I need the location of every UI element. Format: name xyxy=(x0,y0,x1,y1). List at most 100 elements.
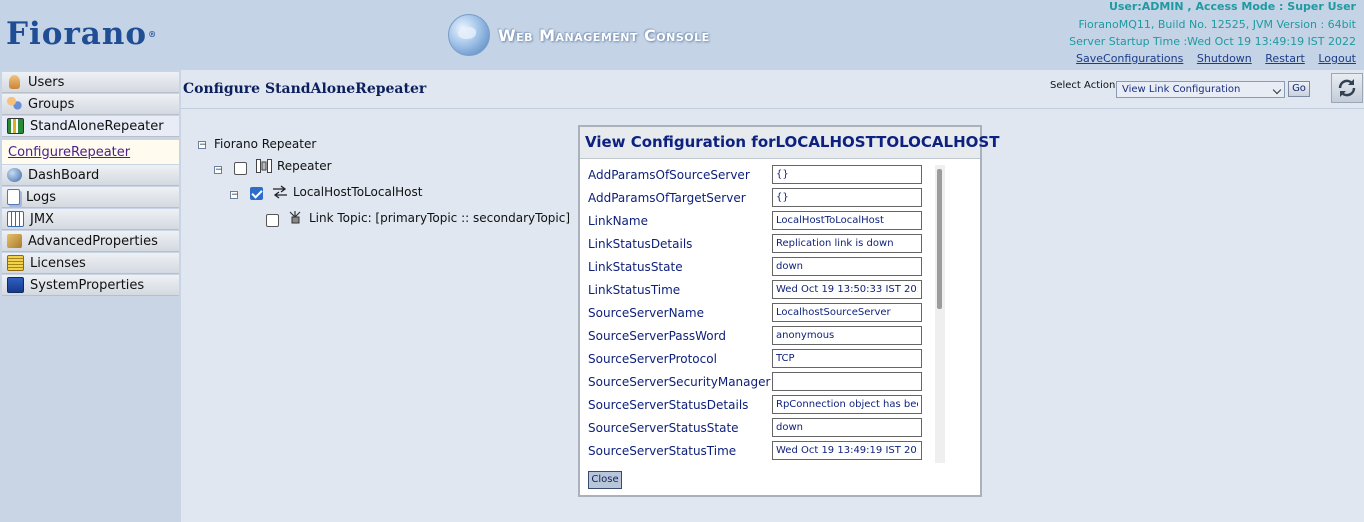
config-row: LinkStatusDetails xyxy=(588,234,934,257)
config-label: AddParamsOfTargetServer xyxy=(588,191,746,205)
config-label: SourceServerStatusTime xyxy=(588,444,737,458)
refresh-button[interactable] xyxy=(1331,73,1363,103)
config-value-input[interactable] xyxy=(772,418,922,437)
tree-checkbox-link[interactable] xyxy=(250,187,263,200)
close-button[interactable]: Close xyxy=(588,471,622,489)
config-row: AddParamsOfSourceServer xyxy=(588,165,934,188)
dialog-title-bar: View Configuration forLOCALHOSTTOLOCALHO… xyxy=(580,127,999,159)
config-label: LinkStatusDetails xyxy=(588,237,693,251)
sidebar-item-label: Logs xyxy=(26,189,56,205)
sidebar-item-label: Users xyxy=(28,74,65,90)
header: Fiorano® Web Management Console User:ADM… xyxy=(0,0,1364,70)
sidebar-item-advancedproperties[interactable]: AdvancedProperties xyxy=(2,231,179,252)
config-value-input[interactable] xyxy=(772,372,922,391)
console-title: Web Management Console xyxy=(448,12,710,58)
users-icon xyxy=(9,75,20,89)
tree-node-repeater[interactable]: Repeater xyxy=(277,159,332,173)
sidebar-item-label: AdvancedProperties xyxy=(28,233,158,249)
sidebar-item-label: Licenses xyxy=(30,255,86,271)
repeater-icon xyxy=(7,118,24,134)
config-row: LinkName xyxy=(588,211,934,234)
config-value-input[interactable] xyxy=(772,441,922,460)
select-action-label: Select Action : xyxy=(1050,80,1122,91)
sidebar-item-jmx[interactable]: JMX xyxy=(2,209,179,230)
config-row: AddParamsOfTargetServer xyxy=(588,188,934,211)
tree-toggle-repeater[interactable]: − xyxy=(214,166,223,175)
jmx-icon xyxy=(7,211,24,227)
header-links: SaveConfigurations Shutdown Restart Logo… xyxy=(1066,52,1356,65)
console-title-text: Web Management Console xyxy=(498,25,710,45)
sidebar-item-logs[interactable]: Logs xyxy=(2,187,179,208)
sidebar-item-label: DashBoard xyxy=(28,167,100,183)
tree-checkbox-topic[interactable] xyxy=(266,214,279,227)
config-value-input[interactable] xyxy=(772,395,922,414)
config-value-input[interactable] xyxy=(772,280,922,299)
config-value-input[interactable] xyxy=(772,234,922,253)
select-action-value: View Link Configuration xyxy=(1122,84,1241,95)
config-label: LinkName xyxy=(588,214,648,228)
globe-icon xyxy=(448,14,490,56)
config-value-input[interactable] xyxy=(772,188,922,207)
tree-checkbox-repeater[interactable] xyxy=(234,162,247,175)
config-list: AddParamsOfSourceServer AddParamsOfTarge… xyxy=(588,165,934,463)
dialog-scrollbar[interactable] xyxy=(935,165,945,463)
tree-node-topic[interactable]: Link Topic: [primaryTopic :: secondaryTo… xyxy=(309,211,570,225)
sidebar: Users Groups StandAloneRepeater Configur… xyxy=(0,70,182,522)
scrollbar-thumb[interactable] xyxy=(937,169,942,309)
tree-node-root[interactable]: Fiorano Repeater xyxy=(214,137,316,151)
main-content: Configure StandAloneRepeater Select Acti… xyxy=(181,70,1364,522)
config-label: SourceServerPassWord xyxy=(588,329,726,343)
select-action-dropdown[interactable]: View Link Configuration xyxy=(1116,81,1285,98)
sidebar-subitem-configurerepeater: ConfigureRepeater xyxy=(2,140,179,164)
sidebar-item-groups[interactable]: Groups xyxy=(2,94,179,115)
restart-link[interactable]: Restart xyxy=(1265,52,1305,65)
logs-icon xyxy=(7,189,20,205)
sidebar-item-label: SystemProperties xyxy=(30,277,145,293)
shutdown-link[interactable]: Shutdown xyxy=(1197,52,1252,65)
sidebar-item-licenses[interactable]: Licenses xyxy=(2,253,179,274)
refresh-icon xyxy=(1338,79,1356,97)
sidebar-item-label: StandAloneRepeater xyxy=(30,118,164,134)
chevron-down-icon xyxy=(1272,85,1282,95)
config-row: LinkStatusTime xyxy=(588,280,934,303)
config-value-input[interactable] xyxy=(772,211,922,230)
config-row: SourceServerStatusState xyxy=(588,418,934,441)
dialog-title: View Configuration forLOCALHOSTTOLOCALHO… xyxy=(585,133,1000,151)
config-row: SourceServerStatusTime xyxy=(588,441,934,463)
config-row: SourceServerProtocol xyxy=(588,349,934,372)
save-configurations-link[interactable]: SaveConfigurations xyxy=(1076,52,1183,65)
title-bar: Configure StandAloneRepeater Select Acti… xyxy=(181,70,1364,109)
config-value-input[interactable] xyxy=(772,257,922,276)
config-value-input[interactable] xyxy=(772,165,922,184)
tree-node-link[interactable]: LocalHostToLocalHost xyxy=(293,185,422,199)
sidebar-item-label: JMX xyxy=(30,211,54,227)
startup-info: Server Startup Time :Wed Oct 19 13:49:19… xyxy=(1069,35,1356,48)
sidebar-item-systemproperties[interactable]: SystemProperties xyxy=(2,275,179,296)
config-label: AddParamsOfSourceServer xyxy=(588,168,750,182)
config-row: SourceServerStatusDetails xyxy=(588,395,934,418)
user-info: User:ADMIN , Access Mode : Super User xyxy=(1108,0,1356,13)
config-value-input[interactable] xyxy=(772,349,922,368)
config-label: LinkStatusTime xyxy=(588,283,681,297)
licenses-icon xyxy=(7,255,24,271)
go-button[interactable]: Go xyxy=(1288,81,1310,97)
config-label: SourceServerSecurityManager xyxy=(588,375,771,389)
config-row: SourceServerSecurityManager xyxy=(588,372,934,395)
tree-toggle-root[interactable]: − xyxy=(198,141,207,150)
tree-toggle-link[interactable]: − xyxy=(230,191,239,200)
config-label: SourceServerStatusDetails xyxy=(588,398,749,412)
config-row: SourceServerName xyxy=(588,303,934,326)
repeater-node-icon xyxy=(256,159,272,173)
configure-repeater-link[interactable]: ConfigureRepeater xyxy=(8,145,130,160)
sidebar-item-users[interactable]: Users xyxy=(2,72,179,93)
sidebar-item-label: Groups xyxy=(28,96,75,112)
topic-node-icon xyxy=(289,211,301,224)
config-label: SourceServerStatusState xyxy=(588,421,739,435)
fiorano-logo: Fiorano® xyxy=(6,16,158,52)
config-value-input[interactable] xyxy=(772,303,922,322)
config-value-input[interactable] xyxy=(772,326,922,345)
sidebar-item-dashboard[interactable]: DashBoard xyxy=(2,165,179,186)
config-row: SourceServerPassWord xyxy=(588,326,934,349)
logout-link[interactable]: Logout xyxy=(1318,52,1356,65)
sidebar-item-standalonerepeater[interactable]: StandAloneRepeater xyxy=(2,116,179,137)
